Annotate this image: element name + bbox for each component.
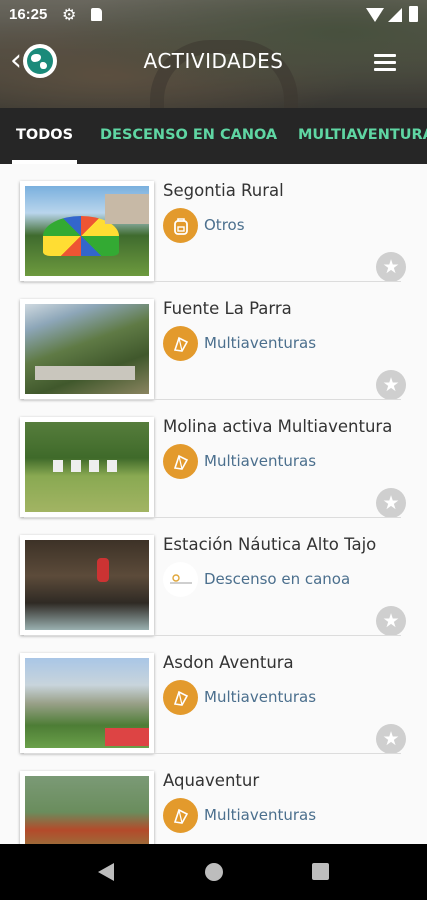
activity-name: Molina activa Multiaventura [163,417,393,436]
activities-list: Segontia Rural Otros ★ Fuente La Parra M… [0,164,427,844]
activity-thumbnail [20,653,154,753]
activity-category: Multiaventuras [204,452,317,470]
activity-category: Multiaventuras [204,334,317,352]
settings-gear-icon: ⚙ [62,7,77,24]
star-icon: ★ [382,373,400,396]
nav-home-icon[interactable] [205,863,223,881]
climbing-icon [163,326,198,361]
tab-descenso-en-canoa[interactable]: DESCENSO EN CANOA [100,108,277,164]
favorite-star-button[interactable]: ★ [376,606,406,636]
list-item[interactable]: Estación Náutica Alto Tajo Descenso en c… [0,518,427,636]
tab-multiaventura[interactable]: MULTIAVENTURA [298,108,427,164]
hamburger-menu-icon[interactable] [374,54,396,71]
favorite-star-button[interactable]: ★ [376,370,406,400]
list-item[interactable]: Fuente La Parra Multiaventuras ★ [0,282,427,400]
climbing-icon [163,444,198,479]
activity-thumbnail [20,181,154,281]
activity-name: Segontia Rural [163,181,284,200]
page-title: ACTIVIDADES [143,49,284,73]
activity-category: Multiaventuras [204,688,317,706]
star-icon: ★ [382,609,400,632]
signal-icon [388,8,402,22]
activity-name: Asdon Aventura [163,653,294,672]
battery-icon [409,6,418,22]
activity-name: Fuente La Parra [163,299,292,318]
list-item[interactable]: Molina activa Multiaventura Multiaventur… [0,400,427,518]
favorite-star-button[interactable]: ★ [376,724,406,754]
activity-name: Aquaventur [163,771,260,790]
activity-category: Descenso en canoa [204,570,351,588]
climbing-icon [163,798,198,833]
activity-thumbnail [20,535,154,635]
nav-recents-icon[interactable] [312,863,329,880]
system-navigation-bar [0,844,427,900]
activity-thumbnail [20,299,154,399]
wifi-icon [366,8,384,22]
favorite-star-button[interactable]: ★ [376,488,406,518]
canoe-logo-icon [163,562,198,597]
sd-card-icon [91,8,102,21]
nav-back-icon[interactable] [98,863,114,881]
list-item[interactable]: Segontia Rural Otros ★ [0,164,427,282]
climbing-icon [163,680,198,715]
status-bar: 16:25 ⚙ [0,0,427,30]
backpack-icon [163,208,198,243]
activity-thumbnail [20,771,154,844]
activity-thumbnail [20,417,154,517]
status-time: 16:25 [9,6,48,23]
list-item[interactable]: Asdon Aventura Multiaventuras ★ [0,636,427,754]
favorite-star-button[interactable]: ★ [376,252,406,282]
star-icon: ★ [382,255,400,278]
star-icon: ★ [382,491,400,514]
category-tabs: TODOS DESCENSO EN CANOA MULTIAVENTURA [0,108,427,164]
activity-category: Multiaventuras [204,806,317,824]
tab-todos[interactable]: TODOS [11,108,78,164]
activity-category: Otros [204,216,245,234]
star-icon: ★ [382,727,400,750]
list-item[interactable]: Aquaventur Multiaventuras [0,754,427,844]
activity-name: Estación Náutica Alto Tajo [163,535,377,554]
